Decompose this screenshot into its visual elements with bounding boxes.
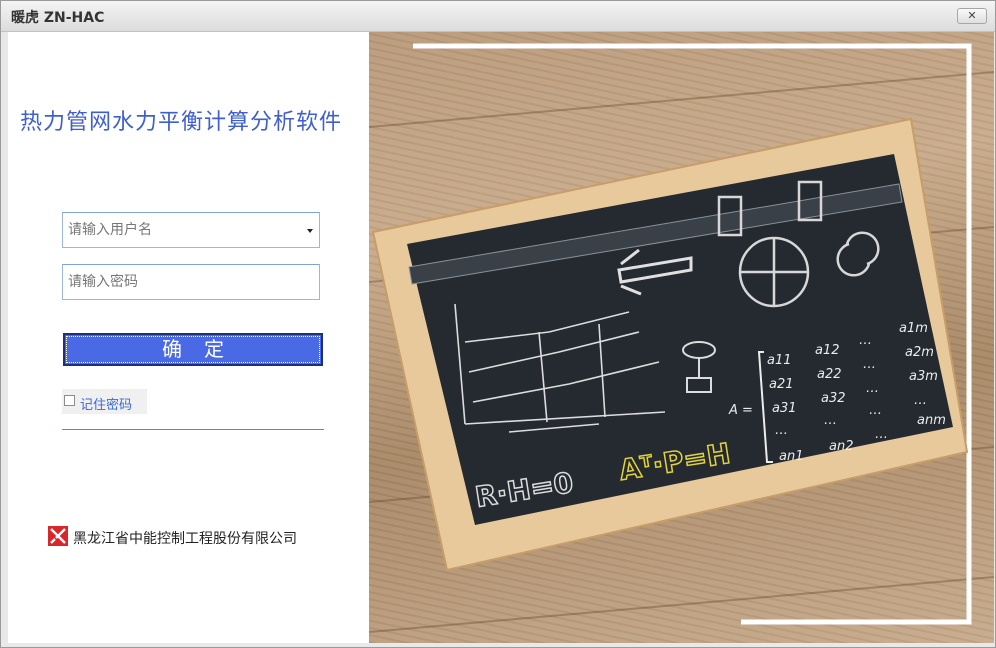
divider [62, 429, 324, 430]
svg-text:a11: a11 [767, 353, 792, 368]
remember-password-checkbox[interactable] [64, 395, 75, 406]
company-name: 黑龙江省中能控制工程股份有限公司 [73, 531, 297, 547]
svg-text:a1m: a1m [899, 321, 928, 336]
svg-text:a3m: a3m [909, 369, 938, 384]
svg-text:…: … [914, 393, 927, 408]
svg-text:a32: a32 [821, 391, 846, 406]
svg-text:a22: a22 [817, 367, 842, 382]
svg-text:…: … [869, 403, 882, 418]
window-title: 暖虎 ZN-HAC [11, 10, 105, 26]
matrix-label: A = [728, 403, 753, 418]
svg-text:…: … [875, 427, 888, 442]
svg-text:…: … [824, 413, 837, 428]
svg-text:anm: anm [917, 413, 946, 428]
remember-password-label[interactable]: 记住密码 [80, 394, 132, 413]
company-logo-icon [48, 526, 68, 546]
svg-text:a21: a21 [769, 377, 794, 392]
username-input[interactable] [63, 213, 319, 247]
svg-text:a12: a12 [815, 343, 840, 358]
svg-text:an1: an1 [779, 449, 803, 464]
chalkboard-illustration: A = a11 a12 … a1m a21 a22 … a2m a31 a32 … [369, 43, 994, 633]
svg-text:…: … [775, 423, 788, 438]
login-window: 暖虎 ZN-HAC ✕ 热力管网水力平衡计算分析软件 确定 记住密码 黑龙江省中… [0, 0, 996, 648]
app-title: 热力管网水力平衡计算分析软件 [20, 110, 343, 135]
close-button[interactable]: ✕ [957, 8, 987, 24]
svg-text:an2: an2 [829, 439, 853, 454]
username-combobox[interactable] [62, 212, 320, 248]
remember-password[interactable]: 记住密码 [62, 389, 147, 414]
password-input[interactable] [63, 265, 319, 299]
svg-text:a2m: a2m [905, 345, 934, 360]
confirm-button[interactable]: 确定 [63, 333, 323, 366]
svg-text:…: … [863, 357, 876, 372]
password-field[interactable] [62, 264, 320, 300]
close-icon: ✕ [967, 9, 977, 22]
banner-image: A = a11 a12 … a1m a21 a22 … a2m a31 a32 … [369, 32, 994, 643]
svg-text:…: … [859, 333, 872, 348]
svg-text:…: … [866, 381, 879, 396]
svg-text:a31: a31 [772, 401, 797, 416]
login-panel: 热力管网水力平衡计算分析软件 确定 记住密码 黑龙江省中能控制工程股份有限公司 [8, 32, 369, 643]
title-bar[interactable]: 暖虎 ZN-HAC ✕ [1, 1, 995, 32]
dropdown-arrow-icon[interactable] [307, 229, 313, 233]
